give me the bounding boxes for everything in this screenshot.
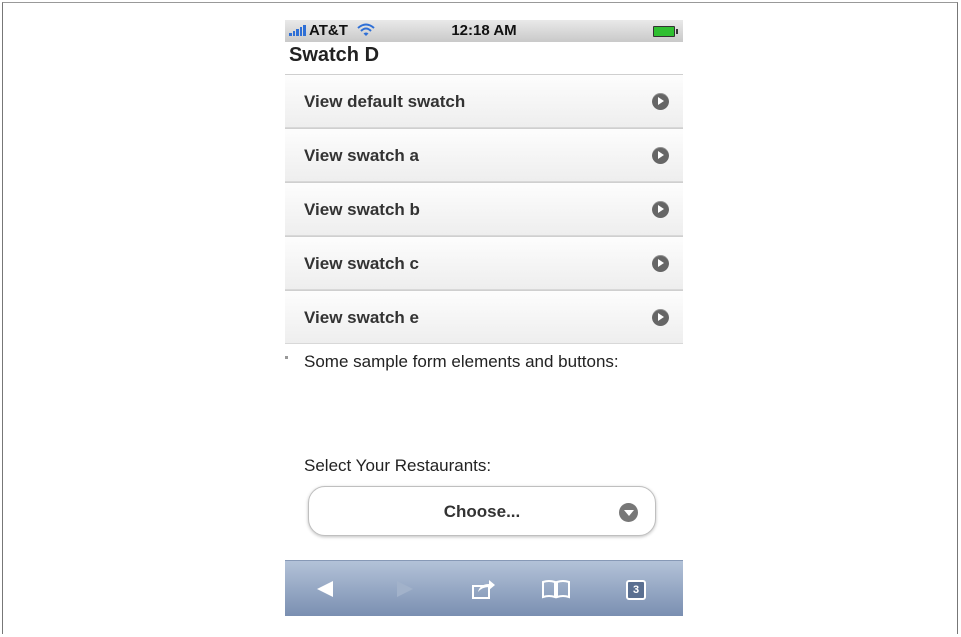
list-item-swatch-e[interactable]: View swatch e	[285, 290, 683, 344]
status-time: 12:18 AM	[451, 22, 517, 39]
list-item-swatch-a[interactable]: View swatch a	[285, 128, 683, 182]
browser-toolbar: 3	[285, 560, 683, 616]
status-bar: AT&T 12:18 AM	[285, 20, 683, 42]
bookmarks-button[interactable]	[541, 577, 571, 601]
tabs-button[interactable]: 3	[621, 577, 651, 601]
bookmarks-icon	[542, 580, 570, 599]
arrow-right-icon	[652, 309, 669, 326]
list-item-label: View swatch e	[304, 308, 419, 327]
arrow-right-icon	[652, 93, 669, 110]
list-item-swatch-b[interactable]: View swatch b	[285, 182, 683, 236]
list-item-label: View default swatch	[304, 92, 466, 111]
forward-button[interactable]	[389, 577, 419, 601]
swatch-list: View default swatch View swatch a View s…	[285, 74, 683, 344]
intro-text: Some sample form elements and buttons:	[304, 352, 619, 371]
arrow-right-icon	[652, 201, 669, 218]
list-item-label: View swatch b	[304, 200, 420, 219]
share-button[interactable]	[469, 577, 499, 601]
select-label: Select Your Restaurants:	[304, 456, 492, 475]
battery-icon	[653, 26, 678, 37]
forward-icon	[397, 581, 413, 597]
page-title: Swatch D	[289, 44, 380, 66]
list-item-default-swatch[interactable]: View default swatch	[285, 74, 683, 128]
list-item-swatch-c[interactable]: View swatch c	[285, 236, 683, 290]
share-icon	[472, 580, 495, 599]
list-item-label: View swatch c	[304, 254, 419, 273]
back-button[interactable]	[313, 577, 343, 601]
chevron-down-icon	[619, 503, 638, 522]
arrow-right-icon	[652, 147, 669, 164]
tabs-icon: 3	[626, 580, 646, 600]
restaurant-select[interactable]: Choose...	[308, 486, 656, 536]
list-item-label: View swatch a	[304, 146, 419, 165]
select-value: Choose...	[443, 502, 521, 521]
arrow-right-icon	[652, 255, 669, 272]
bullet-marker	[285, 356, 288, 359]
back-icon	[317, 581, 333, 597]
phone-screen: AT&T 12:18 AM Swatch D View default swat…	[285, 20, 683, 616]
